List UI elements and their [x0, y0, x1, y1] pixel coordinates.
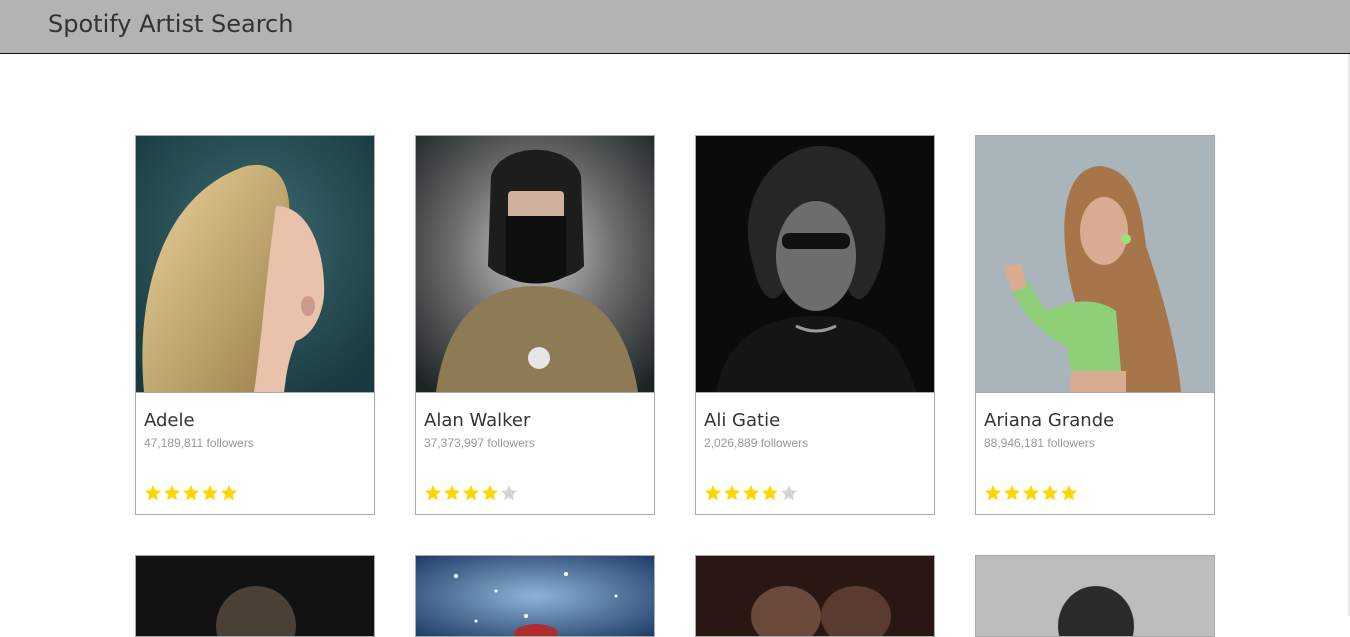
artist-card[interactable]: [695, 555, 935, 637]
artist-photo: [416, 136, 654, 393]
app-title: Spotify Artist Search: [48, 10, 294, 38]
star-filled-icon: [743, 485, 759, 501]
artist-card[interactable]: Alan Walker 37,373,997 followers: [415, 135, 655, 515]
artist-followers: 88,946,181 followers: [984, 436, 1095, 450]
artist-card[interactable]: Ali Gatie 2,026,889 followers: [695, 135, 935, 515]
artist-photo: [136, 136, 374, 393]
app-header: Spotify Artist Search: [0, 0, 1350, 54]
rating-stars: [424, 484, 518, 504]
artist-followers: 37,373,997 followers: [424, 436, 535, 450]
artist-photo: [696, 136, 934, 393]
artist-card[interactable]: [415, 555, 655, 637]
artist-photo: [696, 556, 934, 636]
star-filled-icon: [221, 485, 237, 501]
star-filled-icon: [444, 485, 460, 501]
star-filled-icon: [1023, 485, 1039, 501]
artist-card[interactable]: [975, 555, 1215, 637]
artist-card[interactable]: [135, 555, 375, 637]
rating-stars: [984, 484, 1078, 504]
star-empty-icon: [501, 485, 517, 501]
star-filled-icon: [164, 485, 180, 501]
star-filled-icon: [425, 485, 441, 501]
star-filled-icon: [705, 485, 721, 501]
star-filled-icon: [1004, 485, 1020, 501]
artist-name: Adele: [144, 410, 195, 431]
artist-name: Ariana Grande: [984, 410, 1115, 431]
artist-photo: [136, 556, 374, 636]
artist-photo: [416, 556, 654, 636]
artist-followers: 2,026,889 followers: [704, 436, 809, 450]
rating-stars: [704, 484, 798, 504]
star-filled-icon: [724, 485, 740, 501]
artist-name: Alan Walker: [424, 410, 531, 431]
artist-photo: [976, 136, 1214, 393]
star-filled-icon: [1042, 485, 1058, 501]
star-filled-icon: [482, 485, 498, 501]
star-filled-icon: [1061, 485, 1077, 501]
artist-card[interactable]: Ariana Grande 88,946,181 followers: [975, 135, 1215, 515]
star-filled-icon: [145, 485, 161, 501]
star-filled-icon: [762, 485, 778, 501]
star-filled-icon: [463, 485, 479, 501]
star-filled-icon: [202, 485, 218, 501]
star-empty-icon: [781, 485, 797, 501]
artist-name: Ali Gatie: [704, 410, 781, 431]
artist-card[interactable]: Adele 47,189,811 followers: [135, 135, 375, 515]
artist-followers: 47,189,811 followers: [144, 436, 254, 450]
artist-photo: [976, 556, 1214, 636]
rating-stars: [144, 484, 238, 504]
star-filled-icon: [985, 485, 1001, 501]
star-filled-icon: [183, 485, 199, 501]
